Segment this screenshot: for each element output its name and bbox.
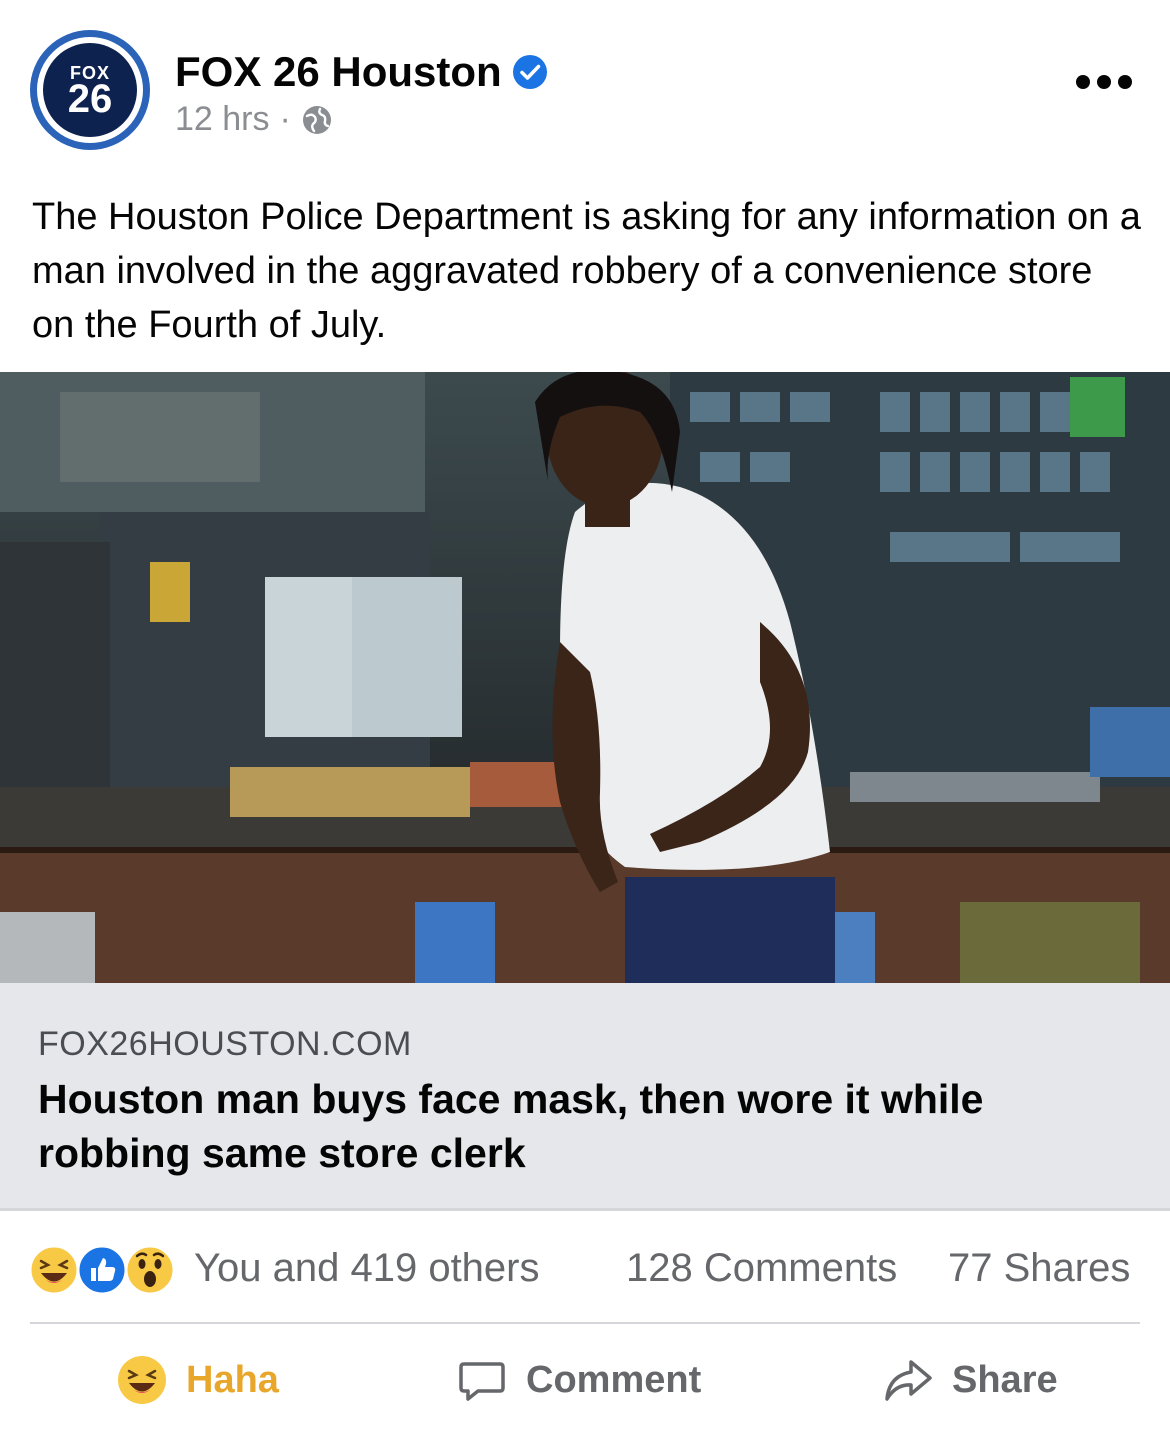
comments-count[interactable]: 128 Comments [626, 1246, 897, 1291]
share-button-label: Share [952, 1358, 1058, 1401]
page-avatar[interactable]: FOX 26 [30, 30, 150, 150]
post-caption: The Houston Police Department is asking … [32, 196, 1141, 346]
more-options-icon[interactable] [1076, 70, 1132, 94]
comment-button[interactable]: Comment [456, 1352, 701, 1408]
divider [0, 1208, 1170, 1211]
link-title[interactable]: Houston man buys face mask, then wore it… [38, 1072, 1118, 1180]
page-name-row: FOX 26 Houston [175, 48, 548, 96]
reactions-summary[interactable]: You and 419 others [194, 1246, 540, 1291]
post-header: FOX 26 FOX 26 Houston 12 hrs · [0, 0, 1170, 170]
verified-badge-icon [512, 55, 547, 89]
post-meta: 12 hrs · [175, 100, 333, 139]
comment-icon [459, 1362, 505, 1401]
haha-icon [28, 1244, 80, 1296]
shares-count[interactable]: 77 Shares [948, 1246, 1130, 1291]
react-button[interactable]: Haha [116, 1352, 279, 1408]
reaction-icons[interactable] [28, 1244, 178, 1296]
globe-icon [302, 105, 331, 134]
engagement-row: You and 419 others 128 Comments 77 Share… [28, 1240, 1148, 1300]
haha-icon [118, 1356, 166, 1404]
share-icon [885, 1360, 932, 1401]
link-preview-image[interactable] [0, 372, 1170, 983]
wow-icon [124, 1244, 176, 1296]
share-button[interactable]: Share [882, 1352, 1058, 1408]
like-icon [76, 1244, 128, 1296]
page-name-link[interactable]: FOX 26 Houston [175, 48, 502, 96]
divider [30, 1322, 1140, 1324]
link-domain: FOX26HOUSTON.COM [38, 1025, 412, 1063]
action-bar: Haha Comment Share [0, 1340, 1170, 1420]
react-button-label: Haha [186, 1358, 279, 1401]
avatar-logo-number: 26 [67, 77, 113, 121]
comment-button-label: Comment [526, 1358, 702, 1401]
meta-separator: · [279, 100, 291, 138]
post-timestamp[interactable]: 12 hrs [175, 100, 270, 139]
store-photo-illustration [0, 372, 1170, 983]
